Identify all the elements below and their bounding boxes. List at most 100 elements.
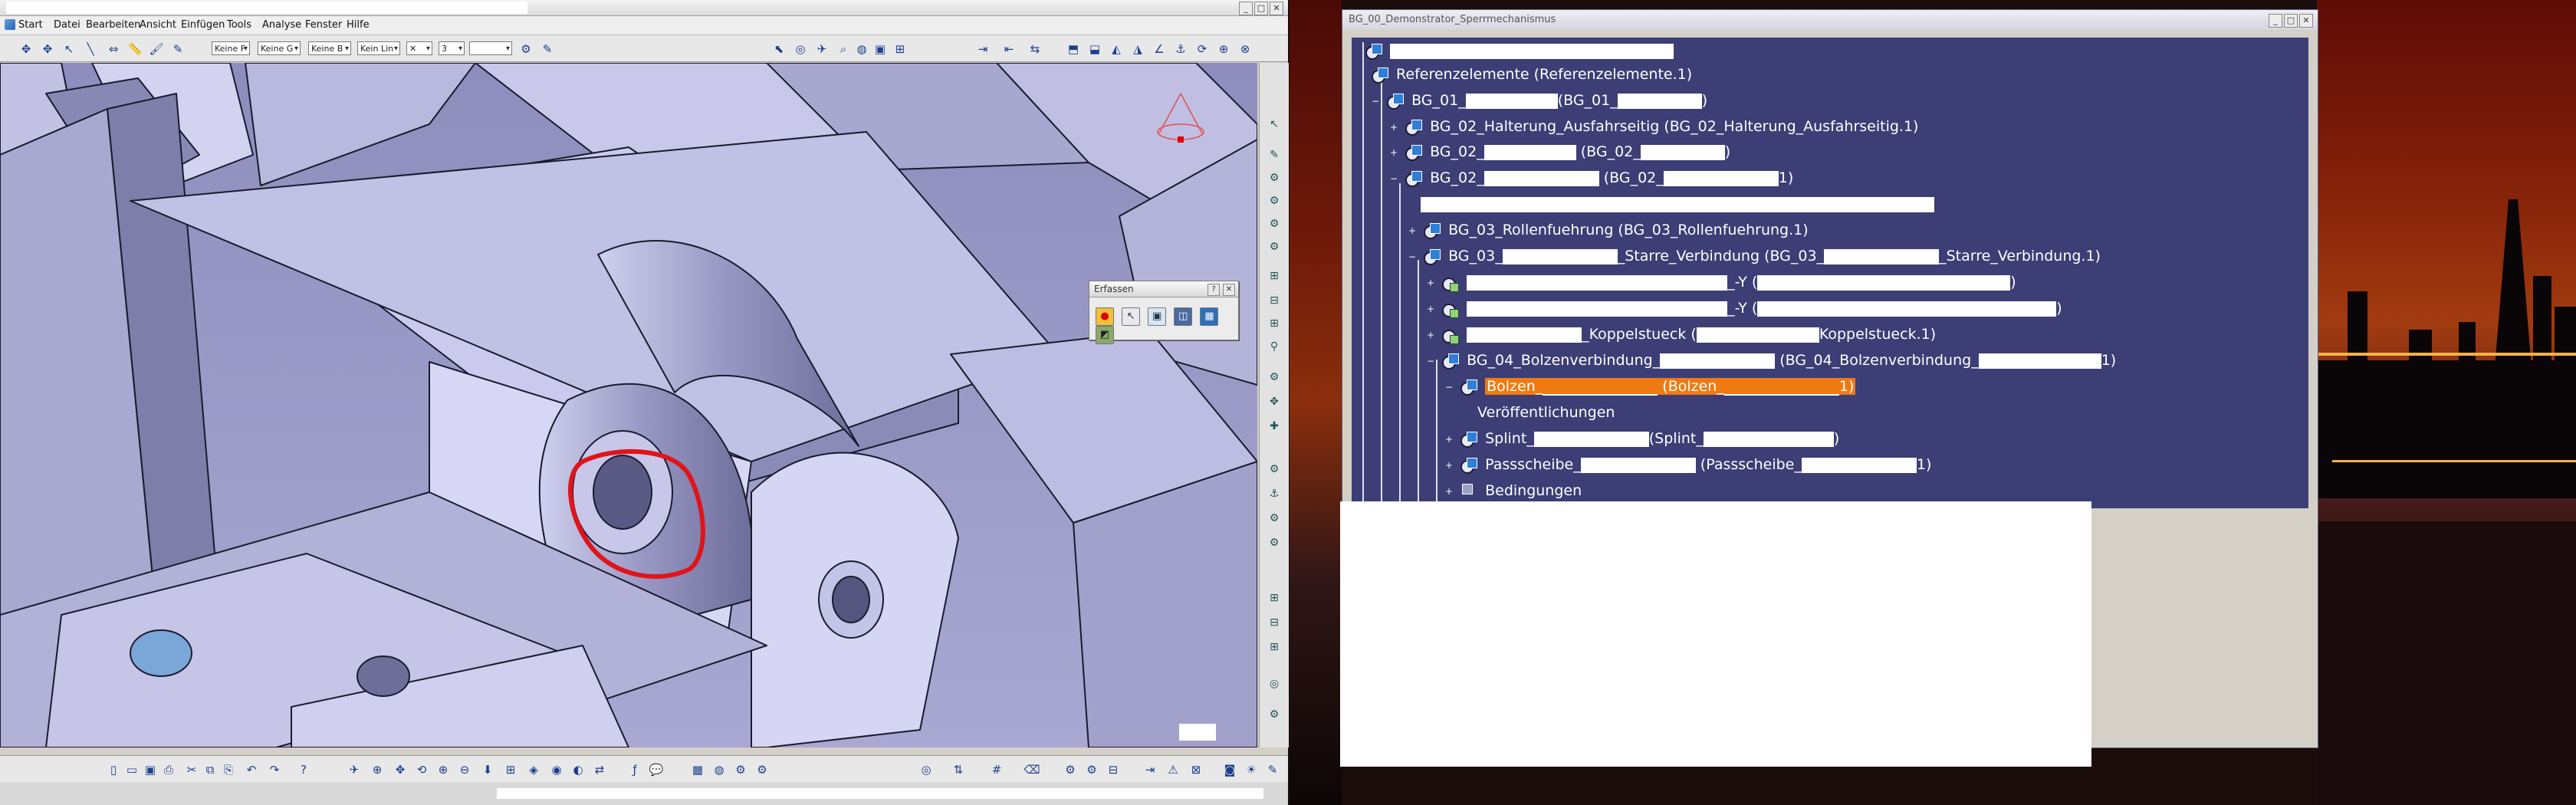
record-icon[interactable]: ● [1096, 307, 1114, 326]
expander-icon[interactable]: + [1445, 481, 1456, 501]
constraint-tool-icon[interactable]: ⚙ [1267, 462, 1282, 477]
empty-combo[interactable] [469, 41, 512, 56]
bom-icon[interactable]: ⊞ [1267, 639, 1282, 655]
render-icon[interactable]: ◎ [918, 762, 934, 777]
tree-item-bg02-b[interactable]: + BG_02_ (BG_02_) [1390, 142, 1730, 162]
paint-icon[interactable]: 🖌 [149, 41, 164, 57]
replace-icon[interactable]: ⇆ [1027, 41, 1043, 57]
group-icon[interactable]: ⚙ [1063, 762, 1078, 777]
expander-icon[interactable]: + [1427, 273, 1438, 293]
fit-all-icon[interactable]: ⊕ [370, 762, 385, 777]
menu-einfuegen[interactable]: Einfügen [181, 19, 225, 31]
manipulate-icon[interactable]: ✥ [1267, 394, 1282, 409]
assembly-icon[interactable]: ⚙ [1267, 370, 1282, 385]
save-icon[interactable]: ▣ [143, 762, 158, 777]
undo-icon[interactable]: ↶ [244, 762, 259, 777]
catalog-icon[interactable]: ⊟ [1267, 293, 1282, 308]
pan-bottom-icon[interactable]: ✥ [393, 762, 408, 777]
select-icon[interactable]: ↖ [61, 41, 77, 57]
eraser-icon[interactable]: ⌫ [1024, 762, 1040, 777]
album-icon[interactable]: ◫ [1174, 307, 1193, 326]
linetype-combo[interactable]: Kein Lin [357, 41, 400, 56]
tree-item-bg02-c[interactable]: − BG_02_ (BG_02_ 1) [1390, 168, 1793, 188]
view-icon[interactable]: ⬉ [771, 41, 787, 57]
select-capture-icon[interactable]: ↖ [1122, 307, 1141, 326]
param-icon[interactable]: ⚙ [733, 762, 748, 777]
expander-icon[interactable]: − [1372, 91, 1382, 111]
knowledge-icon[interactable]: ◍ [711, 762, 727, 777]
menu-analyse[interactable]: Analyse [262, 19, 301, 31]
menu-fenster[interactable]: Fenster [305, 19, 342, 31]
clash-icon[interactable]: ⚠ [1165, 762, 1181, 777]
tree-item-koppelstueck[interactable]: + _Koppelstueck (Koppelstueck.1) [1427, 324, 1936, 344]
fly-icon[interactable]: ✈ [814, 41, 830, 57]
measure-between-icon[interactable]: ⚙ [1267, 707, 1282, 722]
section-icon[interactable]: ◎ [1267, 676, 1282, 692]
rule-icon[interactable]: ⚙ [754, 762, 770, 777]
copy-icon[interactable]: ⧉ [202, 762, 218, 777]
normal-view-icon[interactable]: ⬇ [480, 762, 495, 777]
zoom-icon[interactable]: ⚲ [1267, 339, 1282, 354]
analysis-icon[interactable]: ⊞ [1267, 590, 1282, 606]
expander-icon[interactable]: + [1427, 325, 1438, 345]
report-icon[interactable]: ⊟ [1267, 615, 1282, 630]
existing-icon[interactable]: ⚙ [1267, 239, 1282, 255]
properties-icon[interactable]: ✎ [540, 41, 555, 57]
expander-icon[interactable]: + [1390, 143, 1401, 163]
tree-minimize-button[interactable]: _ [2269, 14, 2282, 28]
tree-item-bg02-halterung[interactable]: + BG_02_Halterung_Ausfahrseitig (BG_02_H… [1390, 117, 1918, 136]
menu-hilfe[interactable]: Hilfe [347, 19, 370, 31]
shading-icon[interactable]: ◉ [549, 762, 564, 777]
video-icon[interactable]: ▦ [1200, 307, 1219, 326]
menu-bearbeiten[interactable]: Bearbeiten [86, 19, 140, 31]
table-bottom-icon[interactable]: ▦ [690, 762, 705, 777]
tree-item-bedingungen[interactable]: + Bedingungen [1445, 481, 1582, 501]
rotate-bottom-icon[interactable]: ⟲ [414, 762, 429, 777]
tree-item-bg04-bolzenverbindung[interactable]: − BG_04_Bolzenverbindung_ (BG_04_Bolzenv… [1427, 350, 2116, 370]
check-icon[interactable]: ⚙ [1267, 535, 1282, 550]
measure-icon[interactable]: 📏 [127, 41, 143, 57]
contact-icon[interactable]: ◭ [1109, 41, 1124, 57]
tree-item-bolzen-selected[interactable]: − Bolzen_ (Bolzen_ 1) [1445, 376, 1856, 397]
settings-icon[interactable]: ◩ [1096, 326, 1114, 344]
menu-ansicht[interactable]: Ansicht [140, 19, 176, 31]
menu-tools[interactable]: Tools [227, 19, 251, 31]
part-icon[interactable]: ⚙ [1267, 193, 1282, 209]
pan-icon[interactable]: ✥ [18, 41, 34, 57]
light-icon[interactable]: ☀ [1244, 762, 1259, 777]
color-combo[interactable]: Keine F [212, 41, 250, 56]
cursor-icon[interactable]: ↖ [1267, 117, 1282, 132]
expander-icon[interactable]: + [1408, 221, 1419, 241]
x-combo[interactable]: ✕ [406, 41, 432, 56]
zoom-area-icon[interactable]: ◎ [793, 41, 808, 57]
tree-close-button[interactable]: ✕ [2299, 14, 2313, 28]
fly-mode-icon[interactable]: ✈ [347, 762, 362, 777]
search-icon[interactable]: ⌕ [836, 41, 851, 57]
component-icon[interactable]: ⚙ [1267, 216, 1282, 232]
hide-icon[interactable]: ◍ [854, 41, 869, 57]
snap-tool-icon[interactable]: ✚ [1267, 419, 1282, 434]
3d-viewport[interactable]: Erfassen ? ✕ ● ↖ ▣ ◫ ▦ ◩ [0, 63, 1257, 748]
expander-icon[interactable]: − [1445, 377, 1456, 397]
transparency-combo[interactable]: Keine G [258, 41, 301, 56]
paste-icon[interactable]: ⎘ [221, 762, 236, 777]
offset-icon[interactable]: ◮ [1130, 41, 1145, 57]
hide-show-icon[interactable]: ◐ [570, 762, 586, 777]
open-icon[interactable]: ▭ [124, 762, 140, 777]
cut-icon[interactable]: ✂ [184, 762, 199, 777]
fix-tool-icon[interactable]: ⚓ [1267, 486, 1282, 501]
redo-icon[interactable]: ↷ [267, 762, 282, 777]
menu-datei[interactable]: Datei [54, 19, 80, 31]
maximize-button[interactable]: □ [1254, 2, 1268, 15]
expander-icon[interactable]: − [1408, 247, 1419, 267]
filter-icon[interactable]: ⚙ [518, 41, 534, 57]
formula-icon[interactable]: ƒ [627, 762, 642, 777]
table-icon[interactable]: ⊞ [1267, 316, 1282, 331]
tree-item-y1[interactable]: + _-Y () [1427, 272, 2016, 292]
product-icon[interactable]: ⚙ [1267, 170, 1282, 186]
expander-icon[interactable]: − [1390, 169, 1401, 189]
tree-item-bg03-starre[interactable]: − BG_03_ _Starre_Verbindung (BG_03_ _Starr… [1408, 246, 2101, 266]
fix-icon[interactable]: ⚓ [1173, 41, 1188, 57]
tree-item-bg03-rollenfuehrung[interactable]: + BG_03_Rollenfuehrung (BG_03_Rollenfueh… [1408, 220, 1809, 240]
expander-icon[interactable]: + [1390, 117, 1401, 137]
